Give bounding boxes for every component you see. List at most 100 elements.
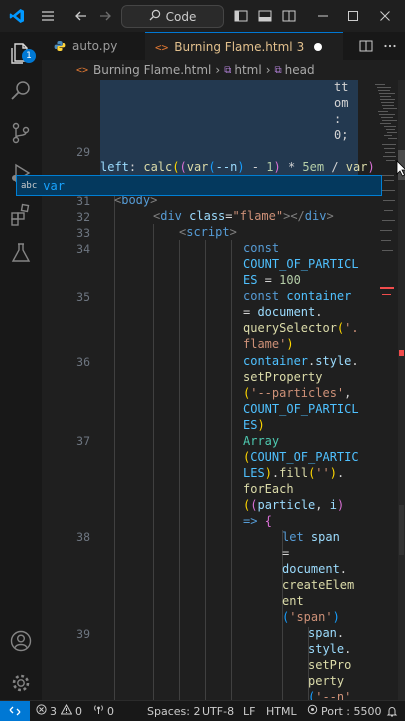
scrollbar-marker — [399, 505, 404, 555]
command-center[interactable]: Code — [121, 5, 224, 28]
indent-guide — [231, 240, 232, 700]
code-line-38-wrap: createElem — [282, 578, 355, 592]
line-number: 33 — [76, 226, 90, 240]
tab-label: Burning Flame.html — [174, 40, 293, 54]
mouse-cursor-icon — [396, 160, 405, 181]
code-line-35: const container — [243, 289, 352, 303]
code-line-35-wrap: flame') — [243, 337, 294, 351]
extensions-icon[interactable] — [0, 194, 42, 236]
split-editor-icon[interactable] — [356, 32, 376, 60]
account-icon[interactable] — [0, 620, 42, 662]
layout-sidebar-icon[interactable] — [230, 0, 252, 32]
code-line-34: const — [243, 241, 280, 255]
code-line-35-wrap: = document. — [243, 305, 323, 319]
explorer-badge: 1 — [22, 49, 36, 63]
code-line-29: left: calc((var(--n) - 1) * 5em / var) — [100, 160, 375, 174]
code-line-34-wrap: ES = 100 — [243, 273, 301, 287]
language-mode-status[interactable]: HTML — [266, 701, 297, 721]
warnings-count: 0 — [75, 704, 82, 718]
menu-icon[interactable] — [36, 0, 60, 32]
layout-panel-icon[interactable] — [254, 0, 276, 32]
back-arrow-icon[interactable] — [70, 0, 92, 32]
code-line-38-wrap: ent — [282, 594, 304, 608]
tab-auto-py[interactable]: auto.py — [42, 32, 146, 60]
minimize-icon[interactable] — [308, 0, 338, 32]
search-icon — [149, 9, 161, 24]
title-bar: Code — [0, 0, 405, 33]
html-file-icon: <> — [76, 64, 89, 76]
more-actions-icon[interactable] — [380, 32, 400, 60]
encoding-status[interactable]: UTF-8 — [202, 701, 234, 721]
code-fragment: om — [334, 96, 349, 110]
activity-bar: 1 — [0, 32, 43, 700]
editor-tabs: auto.py <> Burning Flame.html 3 — [42, 32, 405, 61]
breadcrumb-html[interactable]: html — [234, 63, 261, 77]
status-bar: 3 0 0 Spaces: 2 UTF-8 LF HTML Port : 550… — [0, 700, 405, 721]
indentation-status[interactable]: Spaces: 2 — [147, 701, 200, 721]
command-center-label: Code — [165, 9, 197, 24]
indent-guide — [179, 240, 180, 700]
maximize-icon[interactable] — [338, 0, 368, 32]
code-line-36-wrap: ('--particles', — [243, 386, 352, 400]
text-suggestion-icon: abc — [21, 180, 38, 191]
live-server-port[interactable]: Port : 5500 — [307, 701, 382, 721]
code-line-38-wrap: document. — [282, 562, 348, 576]
breadcrumb-head[interactable]: head — [285, 63, 315, 77]
search-icon[interactable] — [0, 70, 42, 112]
minimap[interactable] — [372, 80, 397, 700]
code-line-35-wrap: querySelector('. — [243, 321, 359, 335]
layout-split-icon[interactable] — [278, 0, 300, 32]
code-line-36-wrap: ES) — [243, 418, 265, 432]
chevron-right-icon: › — [215, 63, 221, 77]
line-number: 38 — [76, 530, 90, 544]
code-line-37-wrap: (COUNT_OF_PARTIC — [243, 450, 359, 464]
suggestion-item[interactable]: var — [43, 179, 65, 193]
remote-icon[interactable] — [0, 701, 30, 721]
code-line-37-wrap: LES).fill(''). — [243, 466, 345, 480]
code-line-38-wrap: ('span') — [282, 610, 340, 624]
breadcrumb-file[interactable]: Burning Flame.html — [93, 63, 211, 77]
ports-indicator[interactable]: 0 — [93, 701, 114, 721]
line-number: 35 — [76, 290, 90, 304]
bell-icon[interactable] — [382, 701, 402, 721]
tab-problems-count: 3 — [296, 40, 305, 54]
line-number: 32 — [76, 210, 90, 224]
code-line-38: let span — [282, 530, 340, 544]
unsaved-dot-icon[interactable] — [314, 43, 323, 51]
close-icon[interactable] — [370, 0, 400, 32]
source-control-icon[interactable] — [0, 112, 42, 154]
code-line-37: Array — [243, 434, 280, 448]
html-element-icon: ⧉ — [274, 64, 282, 76]
code-line-32: <div class="flame"></div> — [153, 209, 334, 223]
code-line-36: container.style. — [243, 354, 359, 368]
vscode-logo-icon — [2, 0, 32, 32]
port-label: Port : 5500 — [321, 704, 382, 718]
line-number: 31 — [76, 194, 90, 208]
code-line-38-wrap: = — [282, 546, 290, 560]
errors-count: 3 — [50, 704, 57, 718]
warning-icon — [60, 703, 73, 718]
python-file-icon — [54, 40, 66, 52]
problems-indicator[interactable]: 3 0 — [36, 701, 82, 721]
code-line-33: <script> — [179, 225, 237, 239]
html-element-icon: ⧉ — [224, 64, 232, 76]
ports-count: 0 — [107, 704, 114, 718]
code-editor[interactable]: 29 31 32 33 34 35 36 37 38 39 tt om : 0;… — [42, 80, 405, 700]
tab-burning-flame-html[interactable]: <> Burning Flame.html 3 — [145, 32, 343, 61]
forward-arrow-icon[interactable] — [94, 0, 116, 32]
testing-icon[interactable] — [0, 232, 42, 274]
eol-status[interactable]: LF — [243, 701, 255, 721]
code-line-39-wrap: setPro — [308, 658, 352, 672]
indent-guide — [205, 240, 206, 700]
breadcrumb: <> Burning Flame.html › ⧉ html › ⧉ head — [42, 60, 405, 80]
chevron-right-icon: › — [265, 63, 271, 77]
settings-gear-icon[interactable] — [0, 662, 42, 704]
code-line-37-wrap: ((particle, i) — [243, 498, 345, 512]
suggest-widget[interactable]: abc var — [16, 175, 382, 196]
code-fragment: : — [334, 112, 342, 126]
code-line-34-wrap: COUNT_OF_PARTICL — [243, 257, 359, 271]
scrollbar-error-marker — [399, 350, 404, 356]
code-fragment: tt — [334, 80, 349, 94]
code-line-36-wrap: COUNT_OF_PARTICL — [243, 402, 359, 416]
error-icon — [36, 704, 47, 718]
